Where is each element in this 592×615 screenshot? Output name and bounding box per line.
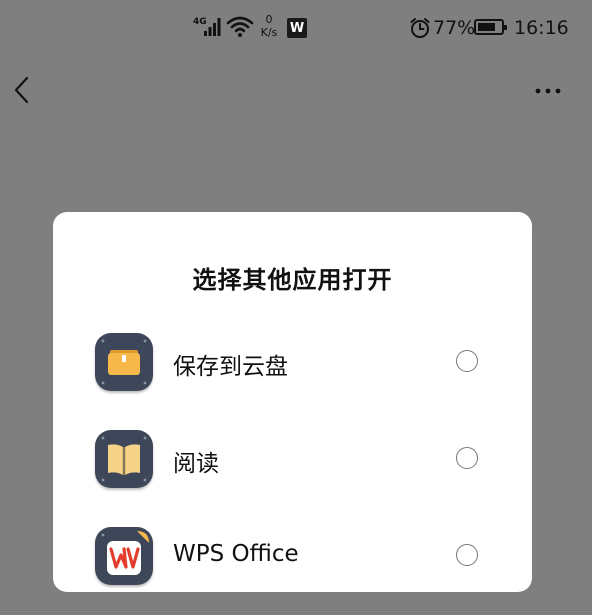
wps-office-icon <box>95 527 153 585</box>
battery-level-fill <box>478 23 495 31</box>
net-speed-value: 0 <box>265 13 273 26</box>
network-speed: 0 K/s <box>258 13 280 39</box>
option-label: 保存到云盘 <box>173 354 288 380</box>
more-options-button[interactable] <box>530 80 566 102</box>
wps-badge-letter: W <box>289 20 305 36</box>
network-type: 4G <box>193 17 207 27</box>
net-speed-unit: K/s <box>260 26 278 39</box>
radio-button[interactable] <box>456 544 478 566</box>
dialog-title: 选择其他应用打开 <box>192 266 393 294</box>
battery-icon <box>474 19 507 35</box>
signal-icon: 4G <box>193 17 221 36</box>
option-label: WPS Office <box>173 541 299 567</box>
alarm-icon <box>410 18 430 38</box>
cloud-save-icon <box>95 333 153 391</box>
option-label: 阅读 <box>173 451 219 477</box>
open-with-dialog: 选择其他应用打开 保存到云盘 阅读 WPS Office <box>53 212 532 592</box>
status-bar: 4G 0 K/s W 77% 16:16 <box>0 0 592 56</box>
back-button[interactable] <box>10 74 36 106</box>
book-reader-icon <box>95 430 153 488</box>
more-dots-icon <box>535 88 561 94</box>
wps-notification-icon: W <box>287 18 307 38</box>
option-save-to-cloud[interactable]: 保存到云盘 <box>53 333 532 421</box>
option-wps-office[interactable]: WPS Office <box>53 527 532 615</box>
clock: 16:16 <box>514 17 569 39</box>
radio-button[interactable] <box>456 350 478 372</box>
wifi-icon <box>226 16 254 37</box>
battery-percent: 77% <box>433 17 476 39</box>
option-reader[interactable]: 阅读 <box>53 430 532 518</box>
radio-button[interactable] <box>456 447 478 469</box>
chevron-left-icon <box>14 76 29 104</box>
